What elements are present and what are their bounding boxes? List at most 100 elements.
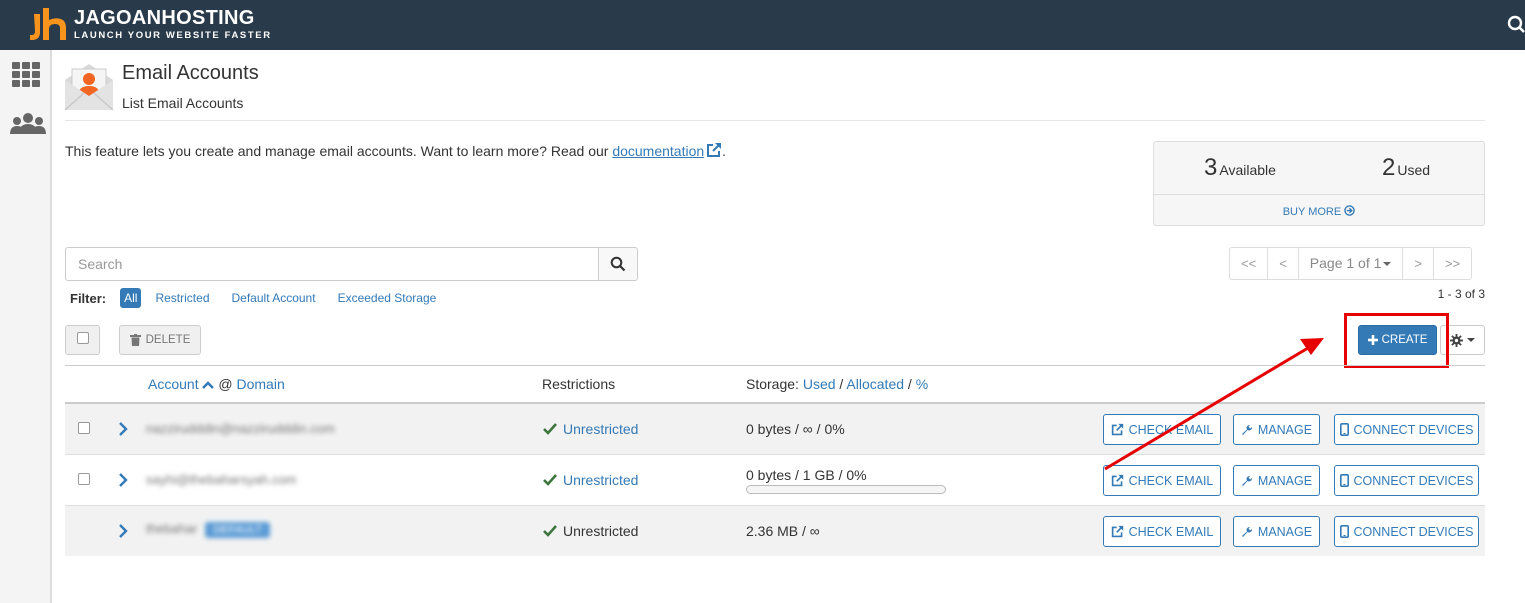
arrow-circle-right-icon	[1344, 205, 1356, 216]
last-page-button[interactable]: >>	[1433, 248, 1471, 279]
gear-icon	[1450, 333, 1463, 347]
used-count: 2	[1382, 154, 1396, 181]
filter-exceeded-storage[interactable]: Exceeded Storage	[338, 291, 437, 305]
account-username: thebahar	[146, 521, 198, 536]
external-link-icon	[1111, 423, 1123, 436]
connect-devices-label: CONNECT DEVICES	[1353, 422, 1474, 437]
mobile-icon	[1339, 474, 1349, 487]
page-select[interactable]: Page 1 of 1	[1297, 248, 1403, 279]
used-label: Used	[1397, 162, 1431, 178]
page-label: Page 1 of 1	[1309, 255, 1382, 271]
sidebar	[0, 50, 52, 603]
external-link-icon	[1111, 525, 1123, 538]
account-email[interactable]: nazzirudddin@nazzirudddin.com	[146, 421, 335, 436]
sort-percent[interactable]: %	[916, 376, 928, 392]
filter-label: Filter:	[70, 290, 107, 306]
chevron-right-icon[interactable]	[118, 524, 128, 538]
select-all-button[interactable]	[65, 325, 100, 355]
account-name[interactable]: thebahar DEFAULT	[146, 521, 271, 538]
search-icon[interactable]	[1503, 13, 1525, 35]
check-icon	[543, 474, 557, 486]
filter-default-account[interactable]: Default Account	[232, 291, 316, 305]
brand-tagline: LAUNCH YOUR WEBSITE FASTER	[74, 29, 272, 41]
manage-button[interactable]: MANAGE	[1233, 516, 1320, 547]
search-input[interactable]	[65, 247, 598, 281]
at-sign: @	[218, 376, 233, 392]
available-stat: 3 Available	[1204, 154, 1276, 182]
available-label: Available	[1219, 162, 1276, 178]
account-column-header: Account @ Domain	[148, 376, 285, 392]
manage-button[interactable]: MANAGE	[1233, 414, 1320, 445]
restrictions-column-header[interactable]: Restrictions	[542, 376, 615, 392]
restriction-status[interactable]: Unrestricted	[543, 472, 638, 488]
brand-logo[interactable]: JAGOANHOSTING LAUNCH YOUR WEBSITE FASTER	[28, 6, 272, 42]
manage-label: MANAGE	[1257, 422, 1313, 437]
select-all-checkbox[interactable]	[77, 332, 89, 344]
manage-label: MANAGE	[1257, 473, 1313, 488]
chevron-right-icon[interactable]	[118, 422, 128, 436]
caret-down-icon	[1467, 338, 1475, 342]
restriction-link[interactable]: Unrestricted	[563, 472, 638, 488]
filter-restricted[interactable]: Restricted	[155, 291, 209, 305]
sort-used[interactable]: Used	[803, 376, 836, 392]
users-icon[interactable]	[10, 112, 46, 136]
check-icon	[543, 525, 557, 537]
available-count: 3	[1204, 154, 1218, 181]
envelope-icon	[64, 64, 114, 111]
brand-name: JAGOANHOSTING	[74, 6, 255, 29]
row-checkbox[interactable]	[78, 473, 90, 485]
search-group	[65, 247, 638, 281]
check-email-button[interactable]: CHECK EMAIL	[1103, 414, 1221, 445]
external-link-icon[interactable]	[706, 142, 722, 158]
first-page-button[interactable]: <<	[1230, 248, 1267, 279]
grid-icon[interactable]	[10, 61, 42, 87]
connect-devices-button[interactable]: CONNECT DEVICES	[1334, 414, 1479, 445]
buy-more-link[interactable]: BUY MORE	[1154, 205, 1484, 218]
check-email-label: CHECK EMAIL	[1128, 473, 1214, 488]
manage-button[interactable]: MANAGE	[1233, 465, 1320, 496]
annotation-highlight-box	[1344, 313, 1449, 368]
storage-value: 0 bytes / 1 GB / 0%	[746, 467, 867, 483]
external-link-icon	[1111, 474, 1123, 487]
header-divider	[65, 120, 1485, 121]
documentation-link[interactable]: documentation	[612, 143, 704, 159]
restriction-status[interactable]: Unrestricted	[543, 421, 638, 437]
delete-label: DELETE	[145, 334, 191, 346]
sort-account[interactable]: Account	[148, 376, 199, 392]
delete-button[interactable]: DELETE	[119, 325, 201, 355]
next-page-button[interactable]: >	[1402, 248, 1433, 279]
search-button[interactable]	[598, 247, 638, 281]
buy-more-label: BUY MORE	[1282, 206, 1342, 218]
wrench-icon	[1241, 424, 1252, 435]
check-email-label: CHECK EMAIL	[1128, 422, 1214, 437]
sort-domain[interactable]: Domain	[236, 376, 284, 392]
table-row: thebahar DEFAULT Unrestricted 2.36 MB / ∞…	[65, 506, 1485, 556]
sort-allocated[interactable]: Allocated	[846, 376, 904, 392]
table-row: sayhi@thebaharsyah.com Unrestricted 0 by…	[65, 455, 1485, 506]
top-navbar: JAGOANHOSTING LAUNCH YOUR WEBSITE FASTER	[0, 0, 1525, 50]
account-email[interactable]: sayhi@thebaharsyah.com	[146, 472, 297, 487]
storage-usage-bar	[746, 485, 946, 494]
results-count: 1 - 3 of 3	[1437, 287, 1485, 301]
chevron-right-icon[interactable]	[118, 473, 128, 487]
sort-up-icon[interactable]	[202, 380, 215, 389]
pagination: << < Page 1 of 1 > >>	[1229, 247, 1473, 280]
check-email-button[interactable]: CHECK EMAIL	[1103, 465, 1221, 496]
wrench-icon	[1241, 526, 1252, 537]
row-checkbox[interactable]	[78, 422, 90, 434]
check-icon	[543, 423, 557, 435]
connect-devices-button[interactable]: CONNECT DEVICES	[1334, 516, 1479, 547]
accounts-stats: 3 Available 2 Used BUY MORE	[1153, 141, 1485, 226]
table-row: nazzirudddin@nazzirudddin.com Unrestrict…	[65, 404, 1485, 455]
check-email-label: CHECK EMAIL	[1128, 524, 1214, 539]
prev-page-button[interactable]: <	[1267, 248, 1298, 279]
restriction-status: Unrestricted	[543, 523, 638, 539]
page-subtitle: List Email Accounts	[122, 95, 244, 111]
filter-all[interactable]: All	[120, 288, 142, 308]
restriction-link[interactable]: Unrestricted	[563, 421, 638, 437]
connect-devices-button[interactable]: CONNECT DEVICES	[1334, 465, 1479, 496]
caret-down-icon	[1383, 262, 1392, 267]
check-email-button[interactable]: CHECK EMAIL	[1103, 516, 1221, 547]
storage-column-header: Storage: Used / Allocated / %	[746, 376, 928, 392]
search-icon	[610, 256, 626, 272]
